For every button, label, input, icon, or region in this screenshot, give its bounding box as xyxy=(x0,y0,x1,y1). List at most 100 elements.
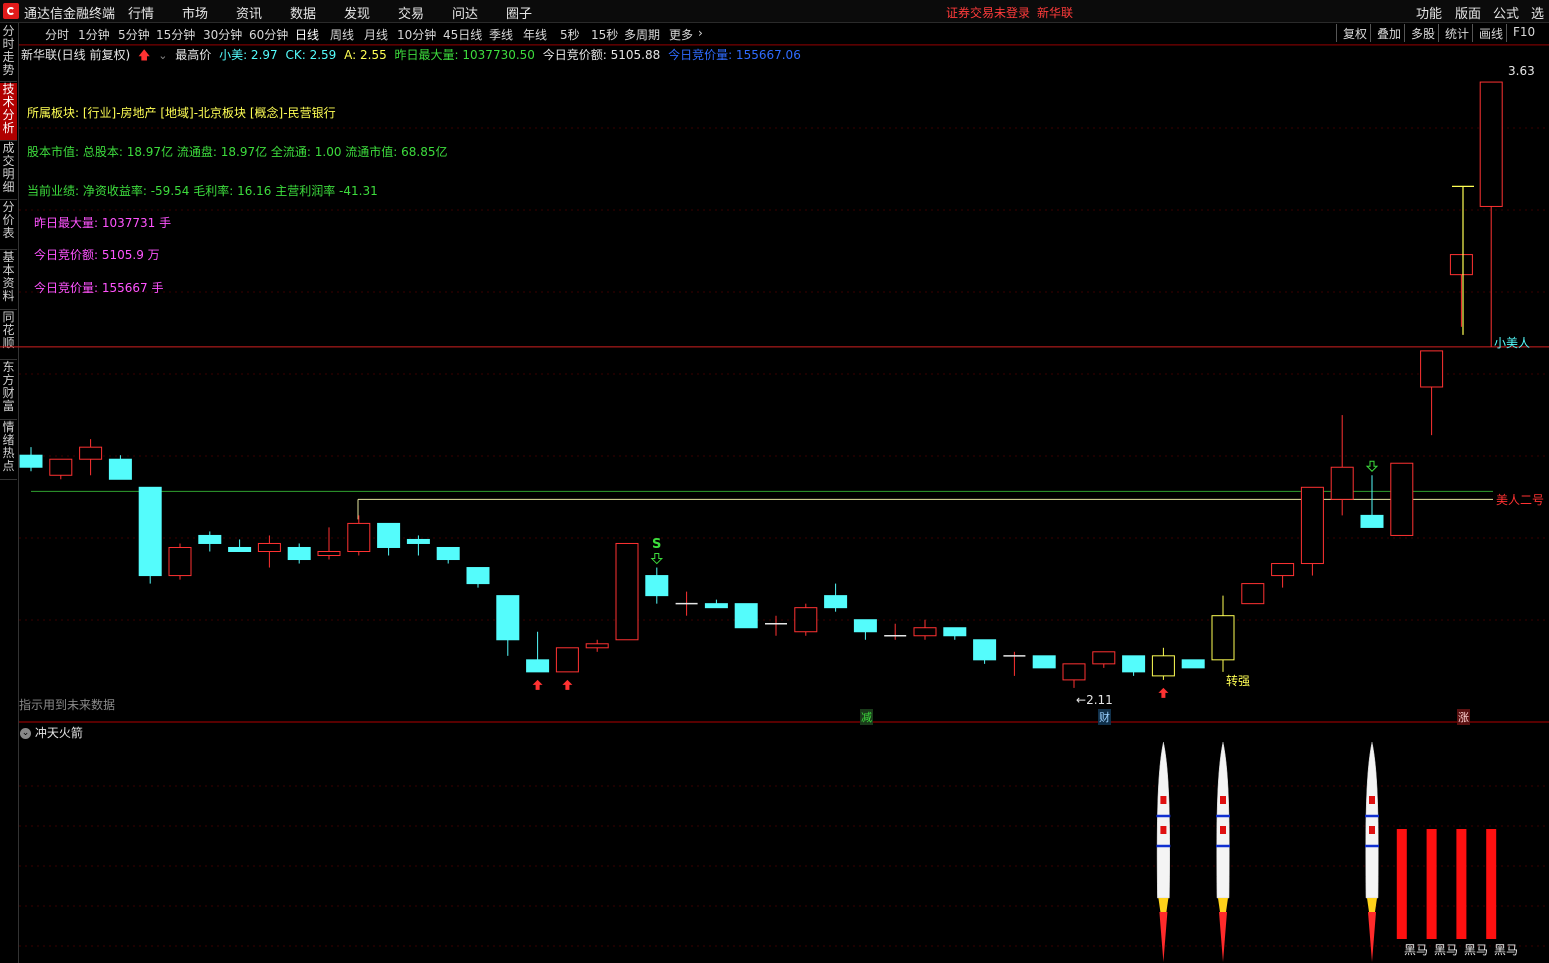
signal-marks xyxy=(532,185,1474,698)
rocket-flame xyxy=(1219,912,1227,962)
tag-cai[interactable]: 财 xyxy=(1098,709,1111,725)
performance-info: 当前业绩: 净资收益率: -59.54 毛利率: 16.16 主营利润率 -41… xyxy=(27,184,378,198)
down-arrow-icon xyxy=(1365,460,1379,472)
down-arrow-icon xyxy=(650,553,664,565)
rocket-window xyxy=(1369,796,1375,804)
xiaomeiren-line-label: 小美人 xyxy=(1494,336,1531,350)
candle-body-up xyxy=(615,542,639,641)
candle-body-up xyxy=(79,446,103,460)
indicator-name[interactable]: 最高价 xyxy=(175,48,211,62)
candle-body-down xyxy=(228,546,252,552)
rocket-flame xyxy=(1368,912,1376,962)
sector-info: 所属板块: [行业]-房地产 [地域]-北京板块 [概念]-民营银行 xyxy=(27,106,336,120)
candle-body-up xyxy=(1271,563,1295,577)
candle-body-up xyxy=(1092,651,1116,665)
candle-body-down xyxy=(853,619,877,633)
candle-body-up xyxy=(1390,462,1414,536)
sell-signal-s: S xyxy=(652,537,662,552)
dropdown-icon[interactable]: ⌄ xyxy=(20,728,31,739)
up-arrow-icon xyxy=(1158,687,1169,698)
zhuanqiang-label: 转强 xyxy=(1226,674,1251,688)
rocket-icon xyxy=(1156,741,1171,962)
tag-zhang[interactable]: 涨 xyxy=(1457,709,1470,725)
candle-body-up xyxy=(168,546,192,577)
today-auction-amount: 今日竞价额: 5105.9 万 xyxy=(34,248,160,262)
candle-body-up xyxy=(1420,350,1444,388)
candle-body-down xyxy=(824,595,848,609)
up-arrow-icon xyxy=(562,679,573,690)
candle-body-up xyxy=(585,643,609,649)
heima-bar xyxy=(1456,829,1467,939)
candle-body-up xyxy=(1479,81,1503,207)
candle-body-up xyxy=(555,647,579,673)
heima-label: 黑马 xyxy=(1434,943,1459,957)
candle-body-down xyxy=(704,603,728,609)
future-data-note: 指示用到未来数据 xyxy=(19,698,116,712)
candle-body-up xyxy=(1449,254,1473,276)
candle-body-up xyxy=(1151,655,1175,677)
up-arrow-icon xyxy=(532,679,543,690)
rocket-window xyxy=(1220,796,1226,804)
rocket-body xyxy=(1216,741,1230,899)
rocket-body xyxy=(1365,741,1379,899)
candle-body-down xyxy=(436,546,460,561)
candle-body-down xyxy=(406,538,430,544)
candle-body-down xyxy=(1181,659,1205,669)
heima-label: 黑马 xyxy=(1404,943,1429,957)
lower-pane-title[interactable]: 冲天火箭 xyxy=(35,726,83,740)
lower-pane xyxy=(1156,741,1497,962)
capital-info: 股本市值: 总股本: 18.97亿 流通盘: 18.97亿 全流通: 1.00 … xyxy=(27,145,448,159)
heima-bar xyxy=(1426,829,1437,939)
candle-body-up xyxy=(49,458,73,476)
rocket-window xyxy=(1369,826,1375,834)
candle-body-up xyxy=(1211,615,1235,661)
dropdown-icon[interactable]: ⌄ xyxy=(158,49,167,62)
candle-body-down xyxy=(198,534,222,544)
candle-body-up xyxy=(1330,466,1354,500)
today-auction-vol: 今日竞价量: 155667 手 xyxy=(34,281,164,295)
heima-bar xyxy=(1396,829,1407,939)
rocket-flame xyxy=(1159,912,1168,962)
xm-value: 小美: 2.97 xyxy=(219,48,278,62)
candle-body-up xyxy=(317,550,341,557)
candles xyxy=(19,81,1503,688)
heima-label: 黑马 xyxy=(1464,943,1489,957)
chart-title: 新华联(日线 前复权) xyxy=(21,48,131,62)
rocket-flame xyxy=(1158,898,1169,912)
yday-max-vol: 昨日最大量: 1037731 手 xyxy=(34,216,172,230)
candle-body-up xyxy=(257,542,281,552)
high-price-label: 3.63 xyxy=(1508,64,1535,78)
max-vol-value: 昨日最大量: 1037730.50 xyxy=(394,48,535,62)
rocket-icon xyxy=(1216,741,1230,962)
candle-body-down xyxy=(645,575,669,597)
candle-body-down xyxy=(108,458,132,480)
candle-body-down xyxy=(496,595,520,641)
rocket-flame xyxy=(1218,898,1228,912)
meiren2-line-label: 美人二号 xyxy=(1496,493,1545,507)
candle-body-down xyxy=(1032,655,1056,669)
candle-body-down xyxy=(943,627,967,637)
candle-body-down xyxy=(377,522,401,548)
indicator-info-line: 新华联(日线 前复权) 🡅 ⌄ 最高价 小美: 2.97 CK: 2.59 A:… xyxy=(21,46,805,67)
heima-bar xyxy=(1486,829,1497,939)
a-value: A: 2.55 xyxy=(344,48,387,62)
candle-body-down xyxy=(287,546,311,561)
candle-body-up xyxy=(1241,583,1265,605)
up-arrow-icon: 🡅 xyxy=(138,48,151,62)
candle-body-up xyxy=(1300,486,1324,565)
candle-body-up xyxy=(1062,663,1086,681)
tag-jian[interactable]: 减 xyxy=(860,709,873,725)
rocket-window xyxy=(1160,796,1167,804)
candle-body-down xyxy=(1122,655,1146,673)
rocket-body xyxy=(1156,741,1170,899)
ck-value: CK: 2.59 xyxy=(285,48,337,62)
candle-body-up xyxy=(347,522,371,552)
candle-body-down xyxy=(138,486,162,577)
rocket-flame xyxy=(1367,898,1377,912)
candle-body-down xyxy=(1360,514,1384,528)
lower-pane-header: ⌄ 冲天火箭 xyxy=(20,724,83,741)
candle-body-down xyxy=(19,454,43,468)
candle-body-down xyxy=(526,659,550,673)
rocket-icon xyxy=(1365,741,1379,962)
candle-body-down xyxy=(734,603,758,629)
